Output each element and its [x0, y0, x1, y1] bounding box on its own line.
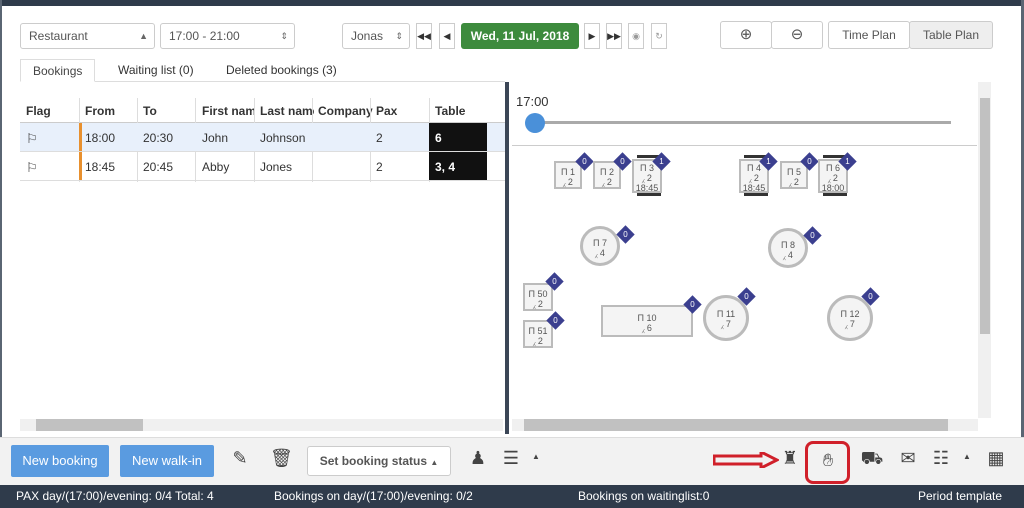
guest-edit-icon[interactable]: ♟	[466, 448, 490, 469]
cell-to: 20:45	[143, 160, 174, 174]
table-7[interactable]: Π 7 ⁁ 4	[580, 226, 620, 266]
bookings-hscroll-thumb[interactable]	[36, 419, 143, 431]
time-plan-button[interactable]: Time Plan	[828, 21, 910, 49]
area-select-value: Restaurant	[29, 29, 88, 43]
col-first-name[interactable]: First name	[202, 104, 254, 118]
cell-first-name: Abby	[202, 160, 230, 174]
col-from[interactable]: From	[85, 104, 115, 118]
next-day-button[interactable]: ▶	[584, 23, 600, 49]
table-badge: 1	[652, 152, 671, 171]
table-badge: 0	[683, 295, 702, 314]
list-icon[interactable]: ☰	[499, 448, 523, 469]
tab-bookings[interactable]: Bookings	[20, 59, 96, 82]
updown-icon: ⇕	[280, 31, 288, 41]
caret-up-icon: ▲	[430, 458, 439, 467]
red-arrow-annotation	[713, 452, 779, 468]
status-marker	[79, 152, 82, 180]
chat-edit-icon[interactable]: ✉	[896, 448, 920, 469]
trash-icon[interactable]: 🗑︎	[270, 448, 293, 469]
col-flag[interactable]: Flag	[26, 104, 51, 118]
timeline-time: 17:00	[516, 94, 549, 109]
cell-last-name: Jones	[260, 160, 293, 174]
settings-sliders-icon[interactable]: ▦	[983, 448, 1009, 469]
first-day-button[interactable]: ◀◀	[416, 23, 432, 49]
zoom-out-button[interactable]: ⊖	[771, 21, 823, 49]
cell-to: 20:30	[143, 131, 174, 145]
area-select[interactable]: Restaurant ▲︎	[20, 23, 155, 49]
status-marker	[79, 123, 82, 151]
tab-waiting-list[interactable]: Waiting list (0)	[106, 59, 206, 82]
table-badge: 0	[803, 226, 822, 245]
highlight-box-annotation	[805, 441, 850, 484]
new-walkin-button[interactable]: New walk-in	[120, 445, 214, 477]
timeline-divider	[512, 145, 977, 146]
period-template[interactable]: Period template	[918, 489, 1002, 503]
table-badge: 0	[575, 152, 594, 171]
flag-icon[interactable]: ⚐	[26, 160, 38, 176]
floorplan-vscroll-thumb[interactable]	[980, 98, 990, 334]
table-badge: 0	[545, 272, 564, 291]
table-badge: 1	[759, 152, 778, 171]
table-plan-button[interactable]: Table Plan	[909, 21, 993, 49]
left-border	[0, 0, 2, 508]
tab-deleted-bookings[interactable]: Deleted bookings (3)	[214, 59, 349, 82]
table-badge: 0	[800, 152, 819, 171]
time-select-value: 17:00 - 21:00	[169, 29, 240, 43]
table-row[interactable]: ⚐ 18:00 20:30 John Johnson 2 6	[20, 123, 505, 152]
cell-from: 18:45	[85, 160, 116, 174]
table-badge: 0	[737, 287, 756, 306]
guests-icon[interactable]: ♜	[778, 448, 802, 469]
table-row[interactable]: ⚐ 18:45 20:45 Abby Jones 2 3, 4	[20, 152, 505, 181]
col-table[interactable]: Table	[435, 104, 465, 118]
panel-splitter[interactable]	[505, 82, 509, 434]
new-booking-button[interactable]: New booking	[11, 445, 109, 477]
refresh-icon[interactable]: ↻	[651, 23, 667, 49]
cell-table: 3, 4	[429, 152, 487, 180]
top-border	[0, 0, 1024, 6]
cell-from: 18:00	[85, 131, 116, 145]
caret-up-icon[interactable]: ▲	[530, 452, 542, 461]
cell-first-name: John	[202, 131, 229, 145]
status-bar: PAX day/(17:00)/evening: 0/4 Total: 4 Bo…	[0, 485, 1024, 508]
table-badge: 0	[861, 287, 880, 306]
col-to[interactable]: To	[143, 104, 157, 118]
updown-icon: ▲︎	[139, 31, 148, 41]
col-pax[interactable]: Pax	[376, 104, 397, 118]
set-booking-status-button[interactable]: Set booking status ▲	[307, 446, 451, 476]
cell-pax: 2	[376, 160, 383, 174]
date-button[interactable]: Wed, 11 Jul, 2018	[461, 23, 579, 49]
col-company[interactable]: Company	[318, 104, 373, 118]
edit-icon[interactable]: ✎	[229, 448, 251, 469]
bookings-status: Bookings on day/(17:00)/evening: 0/2	[274, 489, 473, 503]
table-badge: 0	[546, 311, 565, 330]
flag-icon[interactable]: ⚐	[26, 131, 38, 147]
prev-day-button[interactable]: ◀	[439, 23, 455, 49]
updown-icon: ⇕	[395, 31, 403, 41]
last-day-button[interactable]: ▶▶	[606, 23, 622, 49]
user-select[interactable]: Jonas ⇕	[342, 23, 410, 49]
waitinglist-status: Bookings on waitinglist:0	[578, 489, 710, 503]
cell-table: 6	[429, 123, 487, 151]
table-10[interactable]: Π 10 ⁁ 6	[601, 305, 693, 337]
zoom-in-button[interactable]: ⊕	[720, 21, 772, 49]
pax-status: PAX day/(17:00)/evening: 0/4 Total: 4	[16, 489, 214, 503]
user-select-value: Jonas	[351, 29, 384, 43]
time-slider-handle[interactable]	[525, 113, 545, 133]
floorplan-hscroll-thumb[interactable]	[524, 419, 948, 431]
col-last-name[interactable]: Last name	[260, 104, 314, 118]
fingerprint-icon[interactable]: ◉	[628, 23, 644, 49]
grid-list-icon[interactable]: ☷	[928, 448, 954, 469]
table-badge: 1	[838, 152, 857, 171]
time-select[interactable]: 17:00 - 21:00 ⇕	[160, 23, 295, 49]
cell-pax: 2	[376, 131, 383, 145]
time-slider-track[interactable]	[535, 121, 951, 124]
taxi-icon[interactable]: ⛟	[858, 448, 886, 472]
set-booking-status-label: Set booking status	[319, 454, 428, 468]
table-badge: 0	[613, 152, 632, 171]
table-8[interactable]: Π 8 ⁁ 4	[768, 228, 808, 268]
table-badge: 0	[616, 225, 635, 244]
caret-up-icon[interactable]: ▲	[961, 452, 973, 461]
cell-last-name: Johnson	[260, 131, 306, 145]
